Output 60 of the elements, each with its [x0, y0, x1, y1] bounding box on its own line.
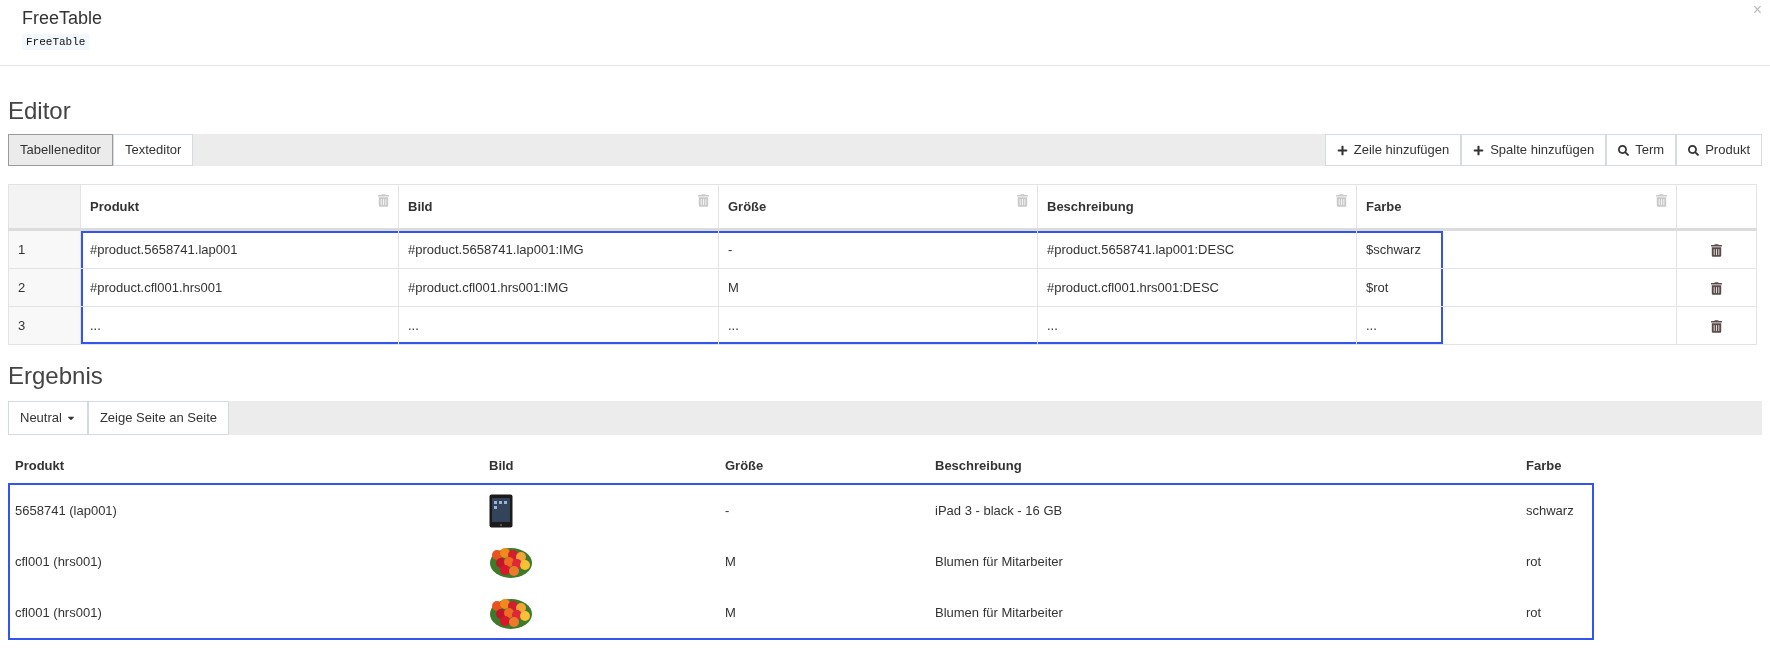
toolbar-button[interactable]: Term	[1606, 134, 1677, 166]
column-header: Größe	[718, 184, 1038, 230]
table-cell: rot	[1526, 604, 1542, 620]
row-number: 1	[8, 229, 81, 269]
plus-icon	[1473, 144, 1485, 156]
table-cell[interactable]: #product.cfl001.hrs001:IMG	[398, 268, 719, 307]
table-cell[interactable]: #product.cfl001.hrs001:DESC	[1037, 268, 1357, 307]
view-dropdown[interactable]: Neutral	[8, 401, 88, 435]
column-header: Bild	[489, 458, 514, 474]
search-icon	[1688, 144, 1700, 156]
table-cell[interactable]: ...	[1037, 306, 1357, 345]
table-cell[interactable]: $rot	[1356, 268, 1677, 307]
table-cell[interactable]: ...	[80, 306, 399, 345]
table-cell[interactable]: #product.5658741.lap001:DESC	[1037, 229, 1357, 269]
search-icon	[1618, 144, 1630, 156]
column-header: Farbe	[1356, 184, 1677, 230]
table-cell[interactable]: #product.5658741.lap001:IMG	[398, 229, 719, 269]
toolbar-button[interactable]: Spalte hinzufügen	[1461, 134, 1607, 166]
table-cell[interactable]: -	[718, 229, 1038, 269]
column-header: Beschreibung	[1037, 184, 1357, 230]
column-header: Produkt	[15, 458, 65, 474]
table-cell: cfl001 (hrs001)	[15, 553, 102, 569]
table-cell: rot	[1526, 553, 1542, 569]
table-cell: M	[725, 553, 736, 569]
table-cell[interactable]: $schwarz	[1356, 229, 1677, 269]
code-label: FreeTable	[22, 34, 90, 50]
column-header: Produkt	[80, 184, 399, 230]
tablet-photo	[489, 493, 513, 528]
section-heading: Ergebnis	[8, 361, 104, 391]
column-header: Bild	[398, 184, 719, 230]
table-cell: M	[725, 604, 736, 620]
table-cell: schwarz	[1526, 502, 1574, 518]
trash-icon[interactable]	[1711, 319, 1722, 333]
column-header: Beschreibung	[935, 458, 1022, 474]
side-by-side-button[interactable]: Zeige Seite an Seite	[87, 401, 229, 435]
row-number: 2	[8, 268, 81, 307]
plus-icon	[1336, 144, 1348, 156]
toolbar-button[interactable]: Zeile hinzufügen	[1324, 134, 1462, 166]
column-header: Farbe	[1526, 458, 1562, 474]
table-cell: 5658741 (lap001)	[15, 502, 117, 518]
editor-tab[interactable]: Tabelleneditor	[8, 134, 113, 166]
table-cell: Blumen für Mitarbeiter	[935, 604, 1063, 620]
section-heading: Editor	[8, 96, 72, 126]
toolbar-button[interactable]: Produkt	[1676, 134, 1762, 166]
editor-tab[interactable]: Texteditor	[112, 134, 194, 166]
table-cell[interactable]: ...	[398, 306, 719, 345]
table-cell[interactable]: ...	[718, 306, 1038, 345]
column-header: Größe	[725, 458, 764, 474]
table-cell: cfl001 (hrs001)	[15, 604, 102, 620]
table-cell[interactable]: M	[718, 268, 1038, 307]
table-cell[interactable]: #product.cfl001.hrs001	[80, 268, 399, 307]
table-cell: iPad 3 - black - 16 GB	[935, 502, 1063, 518]
table-cell[interactable]: ...	[1356, 306, 1677, 345]
trash-icon[interactable]	[1711, 243, 1722, 257]
trash-icon[interactable]	[1711, 281, 1722, 295]
table-cell: Blumen für Mitarbeiter	[935, 553, 1063, 569]
table-cell[interactable]: #product.5658741.lap001	[80, 229, 399, 269]
row-number: 3	[8, 306, 81, 345]
dialog-title: FreeTable	[22, 7, 104, 30]
table-cell: -	[725, 502, 730, 518]
